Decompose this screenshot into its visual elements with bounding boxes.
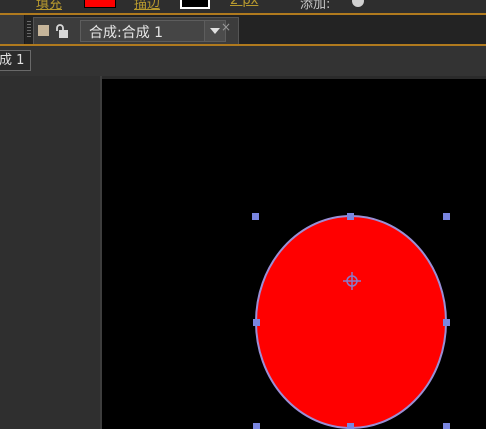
- left-panel: [0, 76, 100, 429]
- toolbar: 填充 描边 2 px 添加:: [0, 0, 486, 13]
- composition-selector[interactable]: 合成:合成 1: [80, 20, 226, 42]
- composition-viewer[interactable]: [102, 79, 486, 429]
- ellipse-layer[interactable]: [255, 215, 447, 429]
- stroke-width-value[interactable]: 2 px: [230, 0, 258, 8]
- panel-grip[interactable]: [27, 21, 31, 39]
- breadcrumb: 成 1: [0, 46, 486, 76]
- breadcrumb-item[interactable]: 成 1: [0, 50, 32, 71]
- tab-composition[interactable]: 合成:合成 1: [33, 17, 239, 44]
- handle-middle-left[interactable]: [253, 319, 260, 326]
- handle-top-center[interactable]: [347, 213, 354, 220]
- handle-bottom-center[interactable]: [347, 423, 354, 429]
- close-icon[interactable]: ×: [221, 20, 231, 34]
- handle-top-right[interactable]: [443, 213, 450, 220]
- handle-middle-right[interactable]: [443, 319, 450, 326]
- add-label: 添加:: [300, 0, 331, 12]
- handle-bottom-right[interactable]: [443, 423, 450, 429]
- stroke-label[interactable]: 描边: [134, 0, 160, 12]
- panel-divider: [0, 15, 25, 45]
- fill-label[interactable]: 填充: [36, 0, 62, 12]
- handle-bottom-left[interactable]: [253, 423, 260, 429]
- add-button[interactable]: [352, 0, 364, 7]
- lock-icon[interactable]: [55, 23, 71, 39]
- composition-color-swatch: [38, 25, 49, 36]
- tab-title: 合成:合成 1: [89, 25, 164, 41]
- stroke-color-swatch[interactable]: [180, 0, 210, 9]
- fill-color-swatch[interactable]: [84, 0, 116, 8]
- handle-top-left[interactable]: [252, 213, 259, 220]
